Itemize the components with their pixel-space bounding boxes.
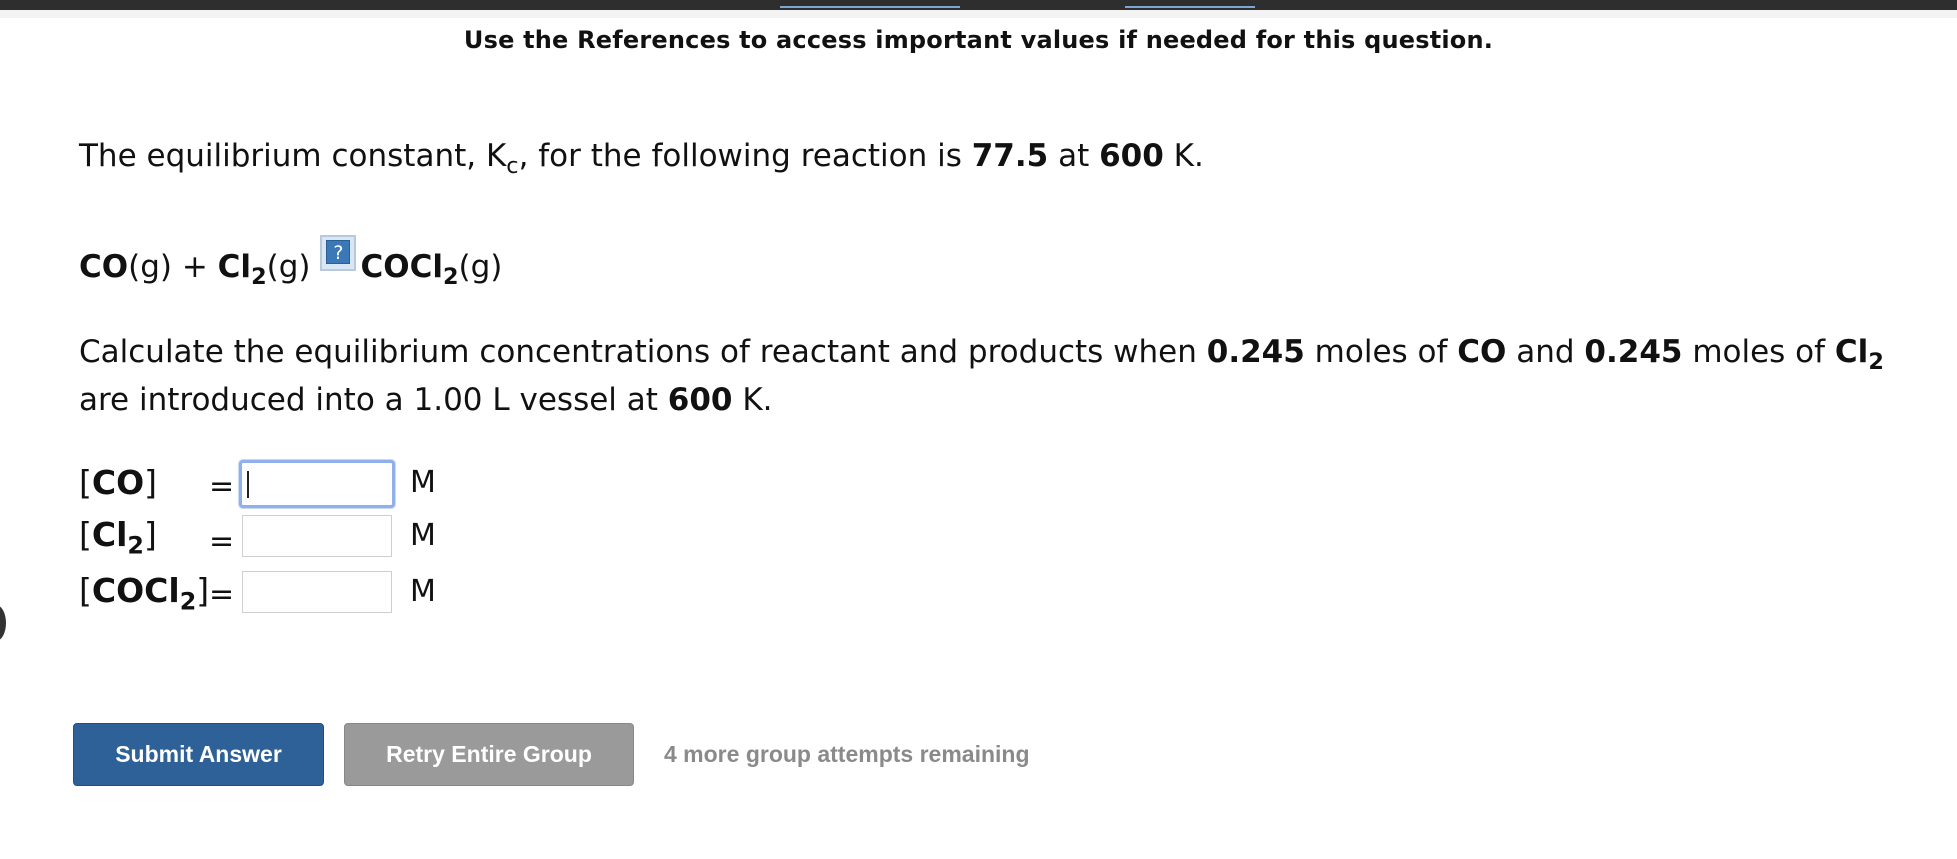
co-concentration-label: [CO]	[79, 463, 158, 502]
top-toolbar	[0, 0, 1957, 10]
text-caret	[247, 471, 249, 498]
reaction-equation: CO (g) + Cl2 (g) ? COCl2 (g)	[79, 235, 502, 288]
review-topics-link[interactable]	[780, 0, 960, 8]
question-task-text: Calculate the equilibrium concentrations…	[79, 334, 1884, 418]
co-concentration-input[interactable]	[239, 460, 395, 508]
temperature-value: 600	[1099, 138, 1164, 174]
side-handle	[0, 605, 6, 641]
cocl2-concentration-input[interactable]	[242, 571, 392, 613]
attempts-remaining-text: 4 more group attempts remaining	[664, 741, 1030, 767]
references-note: Use the References to access important v…	[463, 26, 1494, 54]
cocl2-concentration-label: [COCl2]	[79, 571, 210, 616]
equilibrium-arrow-help-icon[interactable]: ?	[320, 235, 357, 271]
submit-answer-button[interactable]: Submit Answer	[73, 723, 324, 786]
references-link[interactable]	[1125, 0, 1255, 8]
retry-entire-group-button[interactable]: Retry Entire Group	[344, 723, 634, 786]
equilibrium-constant-statement: The equilibrium constant, Kc, for the fo…	[79, 138, 1204, 180]
cl2-concentration-input[interactable]	[242, 515, 392, 557]
toolbar-shadow	[0, 10, 1957, 18]
cl2-concentration-label: [Cl2]	[79, 515, 157, 560]
k-value: 77.5	[971, 138, 1049, 174]
